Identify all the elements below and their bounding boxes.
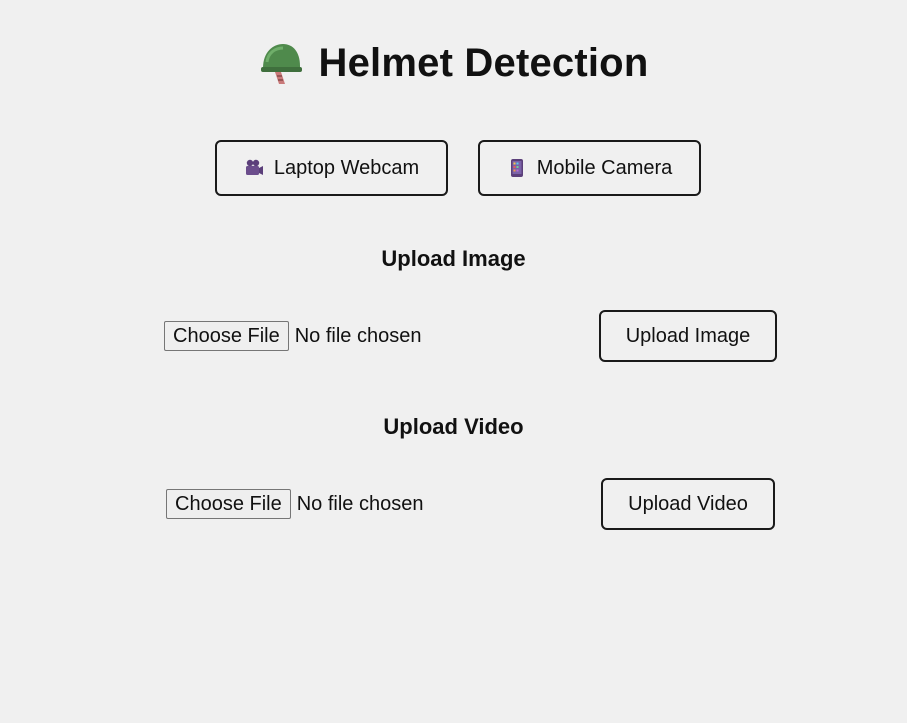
mobile-camera-button[interactable]: Mobile Camera <box>478 140 701 196</box>
upload-image-button-label: Upload Image <box>625 324 751 347</box>
video-camera-icon <box>245 159 263 175</box>
upload-image-heading: Upload Image <box>381 246 526 271</box>
mobile-camera-label: Mobile Camera <box>536 156 673 179</box>
page: Helmet Detection Laptop Webcam Mobile Ca… <box>0 0 907 723</box>
helmet-icon <box>260 44 302 84</box>
image-file-input[interactable]: Choose File No file chosen <box>164 321 421 351</box>
video-choose-file-button[interactable]: Choose File <box>166 489 291 519</box>
mobile-phone-icon <box>510 159 523 177</box>
video-file-status: No file chosen <box>296 492 424 515</box>
laptop-webcam-label: Laptop Webcam <box>273 156 420 179</box>
upload-image-button[interactable]: Upload Image <box>599 310 777 362</box>
upload-video-button-label: Upload Video <box>628 492 748 515</box>
laptop-webcam-button[interactable]: Laptop Webcam <box>215 140 448 196</box>
image-choose-file-button[interactable]: Choose File <box>164 321 289 351</box>
upload-video-button[interactable]: Upload Video <box>601 478 775 530</box>
upload-video-heading: Upload Video <box>383 414 524 439</box>
image-file-status: No file chosen <box>294 324 422 347</box>
page-header: Helmet Detection <box>0 40 907 86</box>
video-file-input[interactable]: Choose File No file chosen <box>166 489 423 519</box>
page-title: Helmet Detection <box>318 40 649 85</box>
